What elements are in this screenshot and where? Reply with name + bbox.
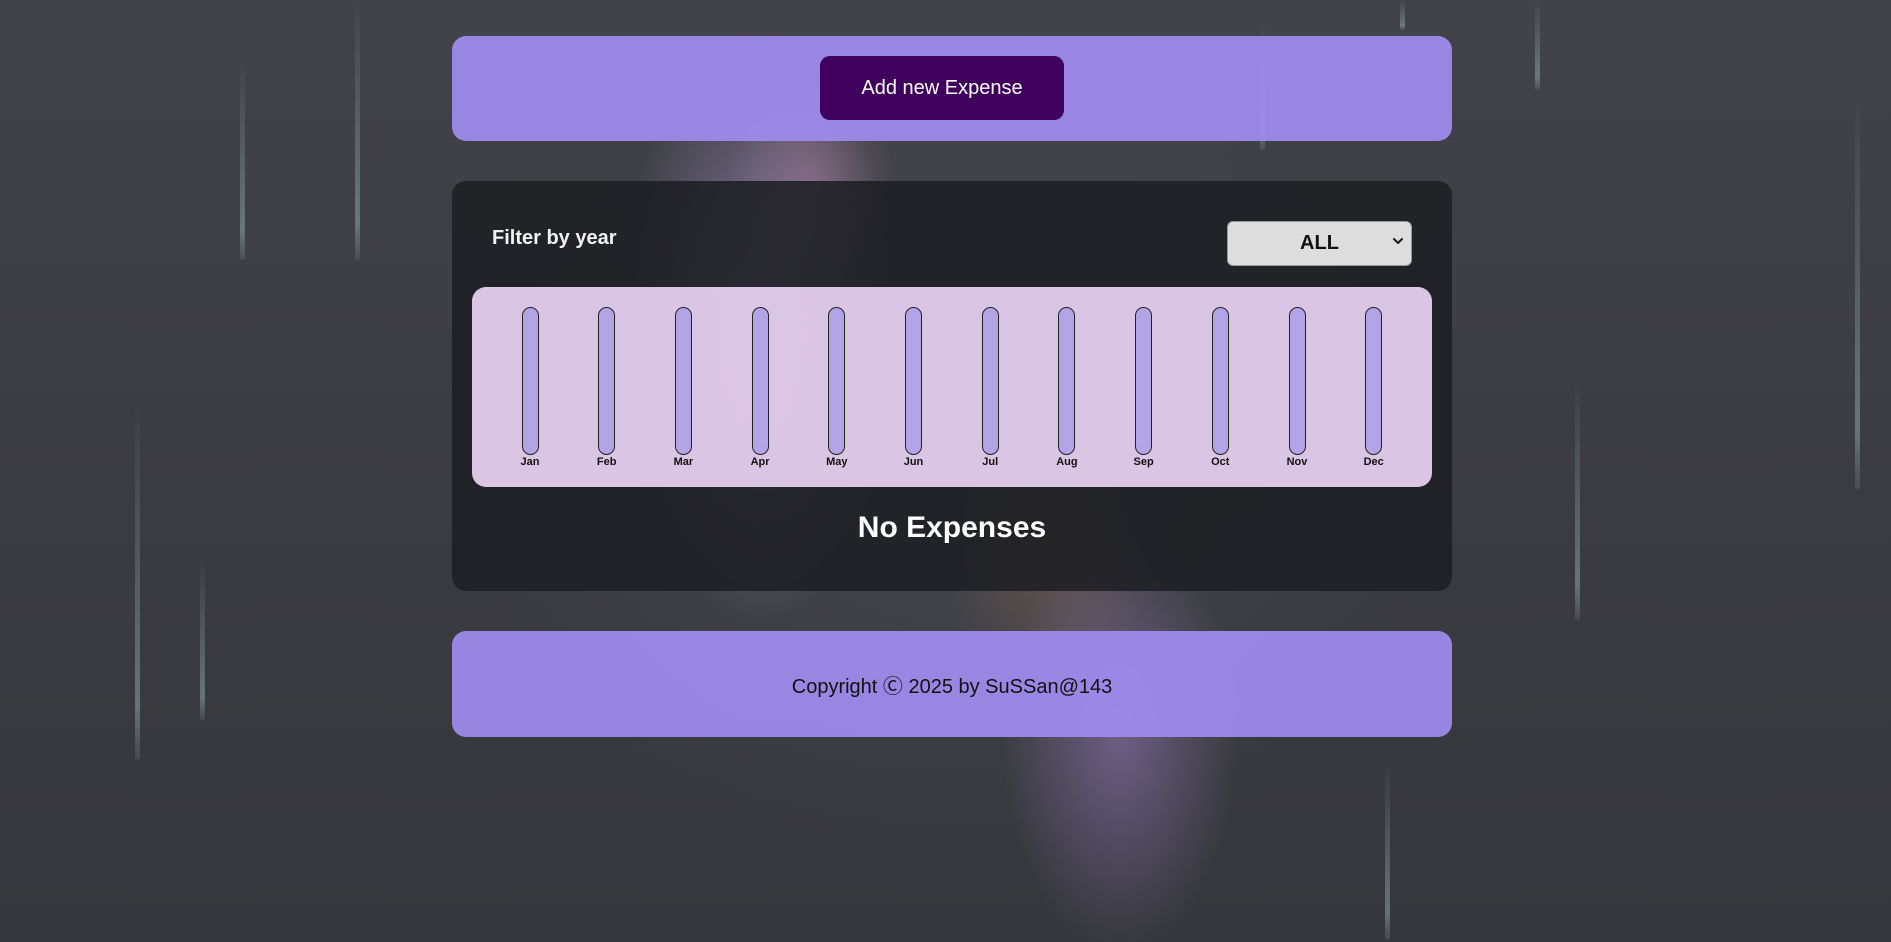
rain-streak (1855, 90, 1860, 490)
chart-bar-label: Sep (1133, 456, 1154, 468)
chart-bar-label: Feb (596, 456, 617, 468)
footer: Copyright Ⓒ 2025 by SuSSan@143 (452, 631, 1452, 737)
chart-bar-track (1058, 307, 1076, 455)
chart-bar-may: May (817, 307, 857, 468)
year-filter-value: ALL (1300, 232, 1339, 254)
chart-bar-feb: Feb (587, 307, 627, 468)
chart-bar-track (828, 307, 846, 455)
rain-streak (355, 0, 360, 260)
new-expense-panel: Add new Expense (452, 36, 1452, 141)
chart-bar-label: May (826, 456, 848, 468)
filter-label: Filter by year (492, 227, 617, 249)
chart-bar-label: Jul (982, 456, 999, 468)
chart-bar-track (905, 307, 922, 455)
chart-bar-track (674, 307, 692, 455)
rain-streak (1575, 380, 1580, 620)
chart-bar-label: Jan (520, 456, 540, 468)
chart-bar-oct: Oct (1200, 307, 1240, 468)
chart-bar-dec: Dec (1354, 307, 1394, 468)
chart-bar-label: Mar (673, 456, 694, 468)
chart-bar-track (1135, 307, 1153, 455)
chart-bar-jun: Jun (894, 307, 934, 468)
chart-bar-label: Oct (1211, 456, 1230, 468)
year-filter-select[interactable]: ALL (1227, 221, 1412, 266)
chart-bar-sep: Sep (1124, 307, 1164, 468)
chart-bar-label: Aug (1056, 456, 1078, 468)
chart-bar-label: Jun (903, 456, 924, 468)
rain-streak (1400, 0, 1405, 30)
chart-bar-track (1365, 307, 1383, 455)
rain-streak (240, 60, 245, 260)
empty-expenses-message: No Expenses (857, 511, 1047, 544)
chart-bar-label: Dec (1363, 456, 1384, 468)
chart-bar-label: Apr (750, 456, 770, 468)
chart-bar-apr: Apr (740, 307, 780, 468)
rain-streak (135, 400, 140, 760)
rain-streak (1385, 760, 1390, 940)
chart-bar-label: Nov (1286, 456, 1308, 468)
chart-bar-mar: Mar (663, 307, 703, 468)
add-new-expense-button[interactable]: Add new Expense (820, 56, 1064, 120)
expenses-chart: Jan Feb Mar Apr May Jun Jul Aug Sep Oct Nov Dec (472, 287, 1432, 487)
chart-bar-nov: Nov (1277, 307, 1317, 468)
chart-bar-aug: Aug (1047, 307, 1087, 468)
chart-bar-track (1288, 307, 1306, 455)
chart-bar-track (981, 307, 999, 455)
chart-bar-jan: Jan (510, 307, 550, 468)
chart-bar-track (521, 307, 539, 455)
rain-streak (1535, 0, 1540, 90)
expenses-panel: Filter by year ALL Jan Feb Mar Apr May Jun Jul… (452, 181, 1452, 591)
chevron-down-icon (1393, 238, 1403, 244)
copyright-text: Copyright Ⓒ 2025 by SuSSan@143 (791, 675, 1113, 698)
rain-streak (200, 560, 205, 720)
chart-bar-track (598, 307, 616, 455)
chart-bar-track (751, 307, 769, 455)
chart-bar-jul: Jul (970, 307, 1010, 468)
chart-bar-track (1211, 307, 1229, 455)
